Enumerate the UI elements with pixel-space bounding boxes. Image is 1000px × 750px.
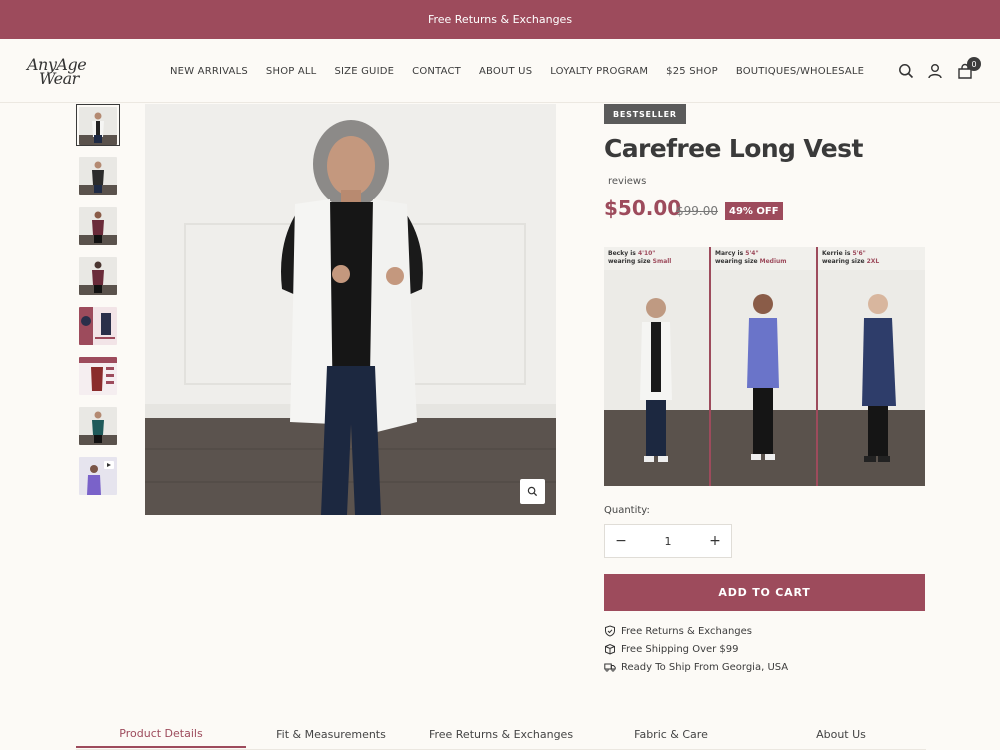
promo-text: Free Returns & Exchanges [427,13,573,26]
discount-badge: 49% OFF [725,202,783,220]
thumbnail-2[interactable] [76,154,120,196]
quantity-input[interactable]: 1 [637,525,699,557]
nav-loyalty-program[interactable]: LOYALTY PROGRAM [550,66,648,77]
promo-bar: Free Returns & Exchanges [0,0,1000,39]
feature-text: Ready To Ship From Georgia, USA [621,661,789,673]
tab-about-us[interactable]: About Us [756,720,926,748]
size-chart-image: Becky is 4'10" wearing size Small Marcy … [604,247,925,486]
quantity-decrease-button[interactable]: − [605,525,637,557]
size-model-becky: Becky is 4'10" wearing size Small [604,247,709,486]
thumbnail-4[interactable] [76,254,120,296]
size-model-marcy: Marcy is 5'4" wearing size Medium [711,247,816,486]
shield-check-icon [605,625,615,637]
search-icon[interactable] [898,63,914,79]
cart-icon[interactable]: 0 [957,57,981,79]
reviews-link[interactable]: reviews [608,176,646,187]
main-nav: NEW ARRIVALS SHOP ALL SIZE GUIDE CONTACT… [170,39,882,103]
cart-count-badge: 0 [967,57,981,71]
quantity-label: Quantity: [604,505,650,516]
zoom-button[interactable] [520,479,545,504]
product-tabs: Product Details Fit & Measurements Free … [76,720,926,750]
quantity-increase-button[interactable]: + [699,525,731,557]
feature-text: Free Returns & Exchanges [621,625,753,637]
model-caption: Marcy is 5'4" wearing size Medium [715,250,787,265]
quantity-stepper: − 1 + [604,524,732,558]
product-title: Carefree Long Vest [604,134,863,163]
tab-free-returns-exchanges[interactable]: Free Returns & Exchanges [416,720,586,748]
site-header: AnyAge Wear NEW ARRIVALS SHOP ALL SIZE G… [0,39,1000,103]
thumbnail-3[interactable] [76,204,120,246]
feature-ready-to-ship: Ready To Ship From Georgia, USA [604,660,788,674]
thumbnail-5[interactable] [76,304,120,346]
tab-fit-measurements[interactable]: Fit & Measurements [246,720,416,748]
nav-boutiques-wholesale[interactable]: BOUTIQUES/WHOLESALE [736,66,864,77]
nav-about-us[interactable]: ABOUT US [479,66,532,77]
model-caption: Becky is 4'10" wearing size Small [608,250,672,265]
thumbnail-1[interactable] [76,104,120,146]
nav-25-shop[interactable]: $25 SHOP [666,66,718,77]
truck-icon [604,663,616,672]
size-model-kerrie: Kerrie is 5'6" wearing size 2XL [818,247,925,486]
logo-line-2: Wear [39,69,79,88]
zoom-icon [527,486,538,497]
thumbnail-6[interactable] [76,354,120,396]
feature-free-returns: Free Returns & Exchanges [604,624,752,638]
thumbnail-8-video[interactable] [76,454,120,496]
main-product-image[interactable] [145,104,556,515]
logo[interactable]: AnyAge Wear [27,55,97,89]
feature-text: Free Shipping Over $99 [621,643,739,655]
sale-price: $50.00 [604,196,682,220]
nav-size-guide[interactable]: SIZE GUIDE [334,66,394,77]
tab-product-details[interactable]: Product Details [76,720,246,748]
feature-free-shipping: Free Shipping Over $99 [604,642,739,656]
box-icon [605,643,615,655]
bestseller-badge: BESTSELLER [604,104,686,124]
compare-price: $99.00 [676,204,718,218]
nav-contact[interactable]: CONTACT [412,66,461,77]
account-icon[interactable] [927,63,943,79]
nav-new-arrivals[interactable]: NEW ARRIVALS [170,66,248,77]
tab-fabric-care[interactable]: Fabric & Care [586,720,756,748]
model-caption: Kerrie is 5'6" wearing size 2XL [822,250,880,265]
nav-shop-all[interactable]: SHOP ALL [266,66,317,77]
thumbnail-7[interactable] [76,404,120,446]
add-to-cart-button[interactable]: ADD TO CART [604,574,925,611]
